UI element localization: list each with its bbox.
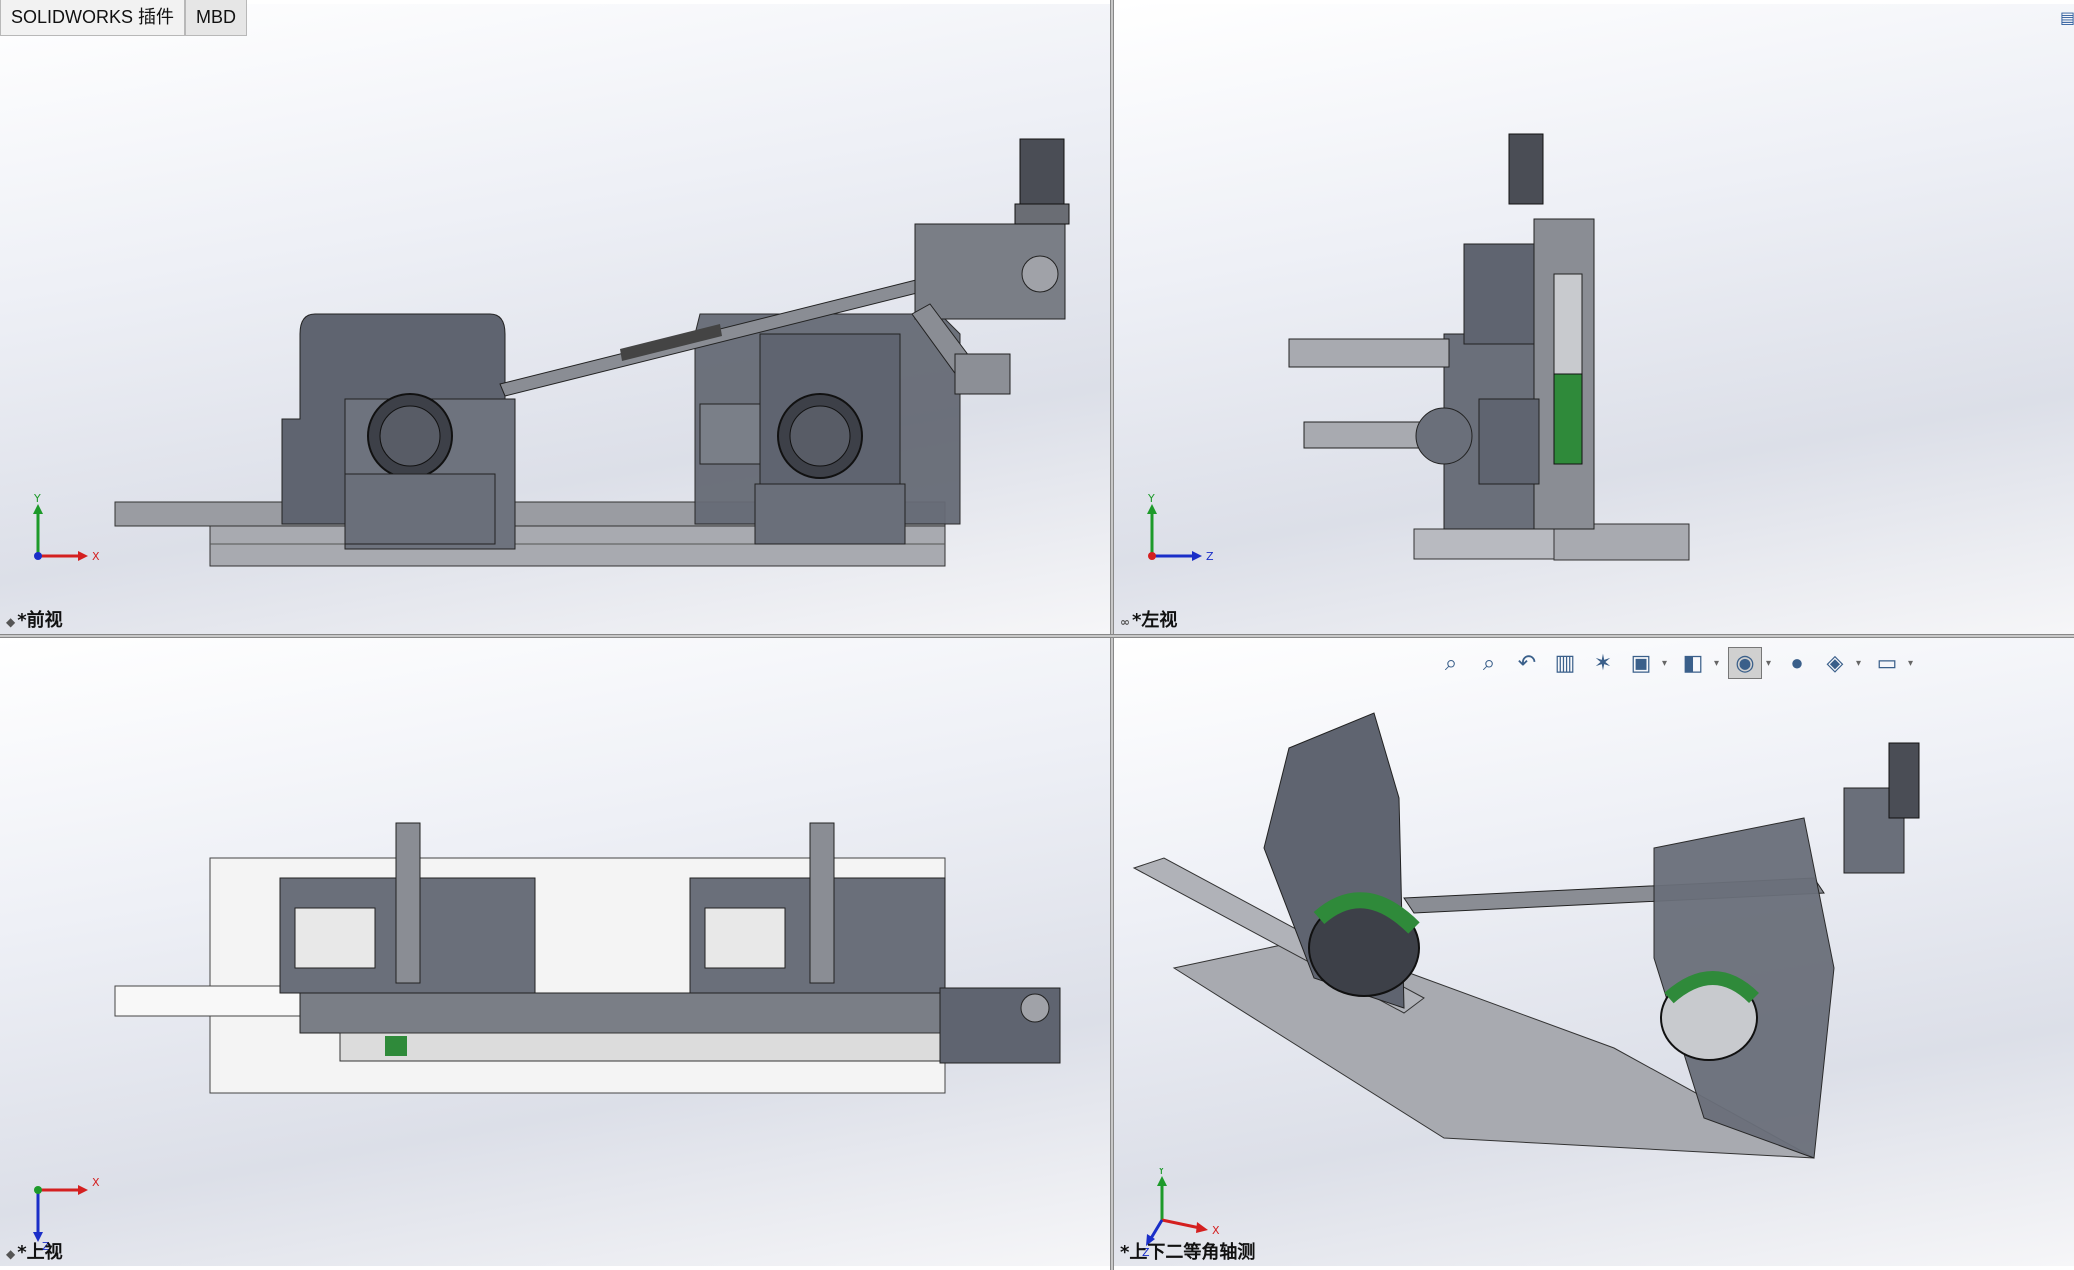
view-label-isometric: *上下二等角轴测 (1120, 1242, 1256, 1263)
viewport-top[interactable]: Z X ◆ *上视 (0, 638, 1110, 1266)
front-view-model (114, 138, 1070, 567)
view-label-top: ◆ *上视 (6, 1242, 63, 1263)
axis-label-y: Y (33, 494, 41, 505)
axis-label-x: X (92, 1176, 100, 1189)
axis-label-x: X (1212, 1224, 1220, 1237)
viewport-isometric[interactable]: ⌕ ⌕ ↶ ▥ ✶ ▣ ▾ ◧ ▾ ◉ ▾ ● ◈ ▾ ▭ ▾ Y X Z *上… (1114, 638, 2074, 1266)
viewport-front[interactable]: Y X ◆ *前视 (0, 4, 1110, 634)
top-view-model (114, 822, 1061, 1094)
isometric-view-model (1132, 712, 1920, 1159)
left-view-model (1288, 133, 1690, 561)
view-label-front: ◆ *前视 (6, 610, 63, 631)
axis-label-x: X (92, 550, 100, 563)
viewport-left[interactable]: ▤ Y Z ∞ *左视 (1114, 4, 2074, 634)
command-manager-tabs: SOLIDWORKS 插件 MBD (0, 0, 248, 36)
axis-label-y: Y (1157, 1168, 1165, 1177)
axis-triad-front: Y X (33, 494, 100, 563)
tab-mbd[interactable]: MBD (185, 0, 248, 36)
view-label-left: ∞ *左视 (1120, 610, 1178, 631)
axis-triad-left: Y Z (1147, 494, 1214, 563)
axis-label-y: Y (1147, 494, 1155, 505)
axis-label-z: Z (1206, 550, 1214, 563)
tab-solidworks-addins[interactable]: SOLIDWORKS 插件 (0, 0, 186, 36)
